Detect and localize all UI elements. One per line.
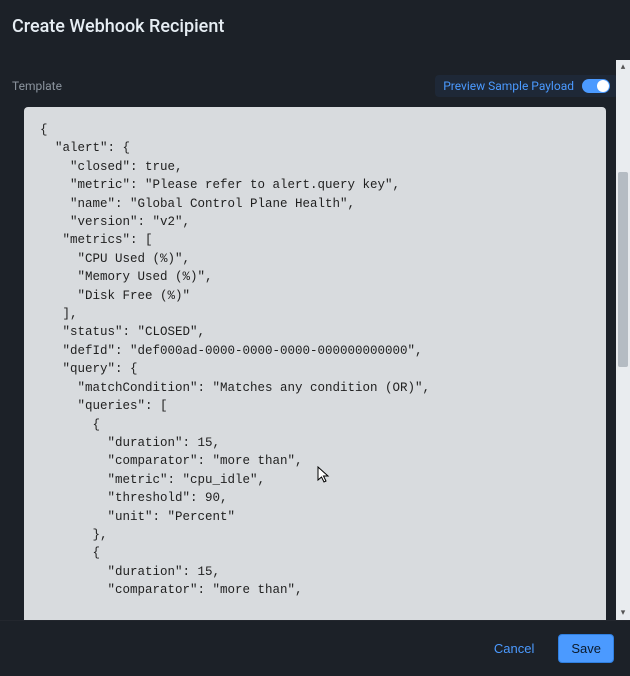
modal-footer: Cancel Save (0, 620, 630, 676)
preview-sample-payload-label: Preview Sample Payload (443, 79, 574, 93)
payload-preview-panel: { "alert": { "closed": true, "metric": "… (24, 107, 606, 676)
scroll-up-arrow[interactable]: ▴ (616, 60, 630, 74)
create-webhook-modal: Create Webhook Recipient Template Previe… (0, 0, 630, 676)
preview-sample-payload-toggle[interactable] (582, 79, 610, 93)
payload-json-code[interactable]: { "alert": { "closed": true, "metric": "… (40, 121, 590, 600)
template-section-header: Template Preview Sample Payload (0, 75, 630, 107)
preview-sample-payload-control[interactable]: Preview Sample Payload (435, 75, 618, 97)
cancel-button[interactable]: Cancel (482, 635, 546, 662)
modal-scrollbar-thumb[interactable] (618, 172, 628, 367)
modal-scrollbar[interactable]: ▴ ▾ (616, 60, 630, 620)
template-label: Template (12, 79, 62, 93)
scroll-down-arrow[interactable]: ▾ (616, 606, 630, 620)
save-button[interactable]: Save (558, 634, 614, 663)
modal-title: Create Webhook Recipient (0, 0, 630, 49)
